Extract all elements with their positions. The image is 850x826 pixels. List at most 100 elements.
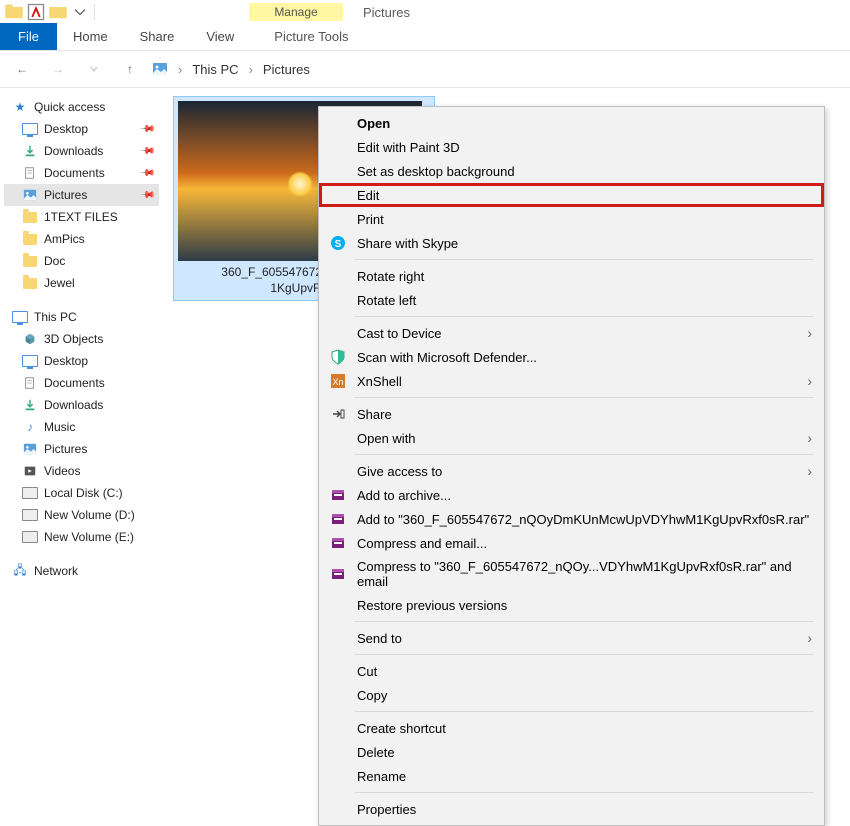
tab-view[interactable]: View bbox=[190, 23, 250, 50]
file-tab[interactable]: File bbox=[0, 23, 57, 50]
sidebar-item-desktop[interactable]: Desktop bbox=[4, 350, 159, 372]
qat-properties-icon[interactable] bbox=[26, 2, 46, 22]
sidebar-item-label: New Volume (E:) bbox=[44, 530, 134, 544]
context-menu-restore-previous-versions[interactable]: Restore previous versions bbox=[319, 593, 824, 617]
context-menu-edit[interactable]: Edit bbox=[319, 183, 824, 207]
chevron-right-icon[interactable] bbox=[245, 62, 257, 77]
context-menu-share-with-skype[interactable]: SShare with Skype bbox=[319, 231, 824, 255]
sidebar-item-new-volume-d-[interactable]: New Volume (D:) bbox=[4, 504, 159, 526]
sidebar-item-doc[interactable]: Doc bbox=[4, 250, 159, 272]
rar-icon bbox=[329, 487, 347, 503]
breadcrumb[interactable]: This PC Pictures bbox=[152, 61, 310, 77]
context-menu-label: Compress and email... bbox=[357, 536, 812, 551]
context-menu-edit-with-paint-3d[interactable]: Edit with Paint 3D bbox=[319, 135, 824, 159]
context-menu-print[interactable]: Print bbox=[319, 207, 824, 231]
sidebar-network[interactable]: 🖧 Network bbox=[4, 560, 159, 582]
context-menu-create-shortcut[interactable]: Create shortcut bbox=[319, 716, 824, 740]
context-menu-compress-to-360-f-605547672-nqoy-vdyhwm1kgupvrxf0sr-rar-and-email[interactable]: Compress to "360_F_605547672_nQOy...VDYh… bbox=[319, 555, 824, 593]
context-menu-rename[interactable]: Rename bbox=[319, 764, 824, 788]
forward-button[interactable]: → bbox=[44, 55, 72, 83]
folder-icon bbox=[22, 231, 38, 247]
context-menu-rotate-right[interactable]: Rotate right bbox=[319, 264, 824, 288]
recent-dropdown-icon[interactable] bbox=[80, 55, 108, 83]
monitor-icon bbox=[12, 309, 28, 325]
context-menu-label: Create shortcut bbox=[357, 721, 812, 736]
tab-share[interactable]: Share bbox=[124, 23, 191, 50]
context-menu-delete[interactable]: Delete bbox=[319, 740, 824, 764]
context-menu-rotate-left[interactable]: Rotate left bbox=[319, 288, 824, 312]
music-icon: ♪ bbox=[22, 419, 38, 435]
blank-icon bbox=[329, 744, 347, 760]
context-menu-xnshell[interactable]: XnXnShell› bbox=[319, 369, 824, 393]
context-menu-share[interactable]: Share bbox=[319, 402, 824, 426]
context-menu-label: Send to bbox=[357, 631, 797, 646]
sidebar-item-videos[interactable]: Videos bbox=[4, 460, 159, 482]
sidebar-item-documents[interactable]: Documents bbox=[4, 372, 159, 394]
sidebar-item-downloads[interactable]: Downloads bbox=[4, 394, 159, 416]
context-menu-label: Edit bbox=[357, 188, 813, 203]
context-menu-copy[interactable]: Copy bbox=[319, 683, 824, 707]
context-menu-cast-to-device[interactable]: Cast to Device› bbox=[319, 321, 824, 345]
blank-icon bbox=[329, 268, 347, 284]
qat-dropdown-icon[interactable] bbox=[70, 2, 90, 22]
sidebar-item-downloads[interactable]: Downloads📌 bbox=[4, 140, 159, 162]
sidebar-item-jewel[interactable]: Jewel bbox=[4, 272, 159, 294]
sidebar-item-music[interactable]: ♪Music bbox=[4, 416, 159, 438]
sidebar-item-local-disk-c-[interactable]: Local Disk (C:) bbox=[4, 482, 159, 504]
sidebar-item-documents[interactable]: Documents📌 bbox=[4, 162, 159, 184]
context-menu-add-to-archive[interactable]: Add to archive... bbox=[319, 483, 824, 507]
context-menu-label: Cut bbox=[357, 664, 812, 679]
qat-explorer-icon[interactable] bbox=[4, 2, 24, 22]
context-menu: OpenEdit with Paint 3DSet as desktop bac… bbox=[318, 106, 825, 826]
sidebar-item-pictures[interactable]: Pictures bbox=[4, 438, 159, 460]
sidebar-item-label: Downloads bbox=[44, 398, 103, 412]
context-menu-separator bbox=[355, 259, 814, 260]
xn-icon: Xn bbox=[329, 373, 347, 389]
svg-text:S: S bbox=[335, 239, 342, 250]
context-menu-open[interactable]: Open bbox=[319, 111, 824, 135]
defender-icon bbox=[329, 349, 347, 365]
blank-icon bbox=[329, 463, 347, 479]
sidebar-item-desktop[interactable]: Desktop📌 bbox=[4, 118, 159, 140]
qat-new-folder-icon[interactable] bbox=[48, 2, 68, 22]
context-menu-label: Add to archive... bbox=[357, 488, 812, 503]
crumb-this-pc[interactable]: This PC bbox=[192, 62, 238, 77]
context-menu-cut[interactable]: Cut bbox=[319, 659, 824, 683]
sidebar-item-1text-files[interactable]: 1TEXT FILES bbox=[4, 206, 159, 228]
context-menu-compress-and-email[interactable]: Compress and email... bbox=[319, 531, 824, 555]
manage-tab[interactable]: Manage bbox=[249, 3, 343, 21]
sidebar-item-pictures[interactable]: Pictures📌 bbox=[4, 184, 159, 206]
pin-icon: 📌 bbox=[138, 121, 155, 138]
sidebar-this-pc[interactable]: This PC bbox=[4, 306, 159, 328]
sidebar-item-label: Videos bbox=[44, 464, 80, 478]
context-menu-send-to[interactable]: Send to › bbox=[319, 626, 824, 650]
sidebar-label: Quick access bbox=[34, 100, 105, 114]
sidebar-item-label: Desktop bbox=[44, 354, 88, 368]
context-menu-open-with[interactable]: Open with› bbox=[319, 426, 824, 450]
context-menu-add-to-360-f-605547672-nqoydmkunmcwupvdyhwm1kgupvrxf0sr-rar[interactable]: Add to "360_F_605547672_nQOyDmKUnMcwUpVD… bbox=[319, 507, 824, 531]
back-button[interactable]: ← bbox=[8, 55, 36, 83]
context-menu-label: Delete bbox=[357, 745, 812, 760]
sidebar-quick-access[interactable]: ★ Quick access bbox=[4, 96, 159, 118]
rar-icon bbox=[329, 566, 347, 582]
up-button[interactable]: ↑ bbox=[116, 55, 144, 83]
sidebar-item-3d-objects[interactable]: 3D Objects bbox=[4, 328, 159, 350]
downloads-icon bbox=[22, 397, 38, 413]
crumb-pictures[interactable]: Pictures bbox=[263, 62, 310, 77]
blank-icon bbox=[329, 115, 347, 131]
context-menu-properties[interactable]: Properties bbox=[319, 797, 824, 821]
context-menu-set-as-desktop-background[interactable]: Set as desktop background bbox=[319, 159, 824, 183]
tab-picture-tools[interactable]: Picture Tools bbox=[260, 23, 362, 50]
chevron-right-icon: › bbox=[807, 630, 812, 646]
downloads-icon bbox=[22, 143, 38, 159]
chevron-right-icon[interactable] bbox=[174, 62, 186, 77]
context-menu-give-access-to[interactable]: Give access to› bbox=[319, 459, 824, 483]
sidebar-item-new-volume-e-[interactable]: New Volume (E:) bbox=[4, 526, 159, 548]
blank-icon bbox=[329, 768, 347, 784]
tab-home[interactable]: Home bbox=[57, 23, 124, 50]
sidebar-item-ampics[interactable]: AmPics bbox=[4, 228, 159, 250]
context-menu-scan-with-microsoft-defender[interactable]: Scan with Microsoft Defender... bbox=[319, 345, 824, 369]
pin-icon: 📌 bbox=[138, 187, 155, 204]
folder-icon bbox=[22, 253, 38, 269]
blank-icon bbox=[329, 801, 347, 817]
